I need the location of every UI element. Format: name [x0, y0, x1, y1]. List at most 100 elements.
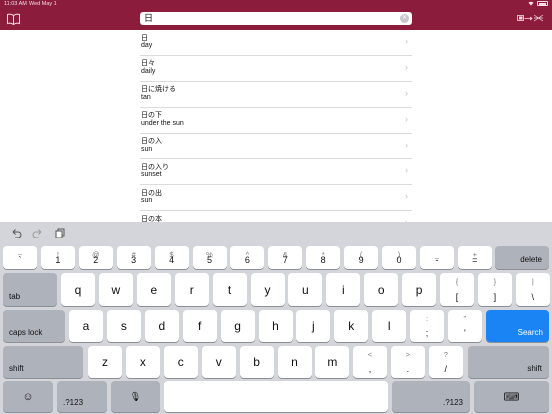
book-icon[interactable]	[7, 13, 20, 25]
result-word: 日の入	[141, 138, 162, 146]
key-c[interactable]: c	[163, 346, 198, 378]
result-translation: sun	[141, 197, 153, 205]
list-item[interactable]: 日の出 sun ›	[140, 185, 412, 212]
key-letter: r	[189, 282, 194, 297]
key-i[interactable]: i	[326, 273, 361, 306]
key-;[interactable]: :;	[410, 310, 444, 342]
key-z[interactable]: z	[88, 346, 122, 378]
key-letter: x	[139, 355, 146, 369]
shift-key-left[interactable]: shift	[3, 346, 83, 378]
keyboard-shortcut-bar	[0, 222, 552, 244]
key-l[interactable]: l	[372, 310, 407, 342]
key-label: caps lock	[9, 328, 43, 337]
key-1[interactable]: ! 1	[40, 246, 75, 269]
key-v[interactable]: v	[201, 346, 236, 378]
key-g[interactable]: g	[220, 310, 255, 342]
key-shift-symbol: |	[531, 277, 534, 286]
search-field[interactable]: 日 ✕	[140, 12, 412, 25]
key-n[interactable]: n	[277, 346, 312, 378]
key-f[interactable]: f	[182, 310, 217, 342]
key-symbol: ,	[368, 364, 372, 374]
key-,[interactable]: <,	[353, 346, 387, 378]
key-symbol: 0	[396, 255, 402, 265]
key-0[interactable]: ) 0	[382, 246, 416, 269]
key-8[interactable]: * 8	[306, 246, 341, 269]
key-=[interactable]: + =	[457, 246, 492, 269]
key-/[interactable]: ? /	[428, 346, 463, 378]
emoji-key[interactable]: ☺	[3, 381, 53, 412]
delete-key[interactable]: delete	[495, 246, 549, 269]
list-item[interactable]: 日の下 under the sun ›	[140, 108, 412, 134]
key-'[interactable]: " '	[447, 310, 482, 342]
dictation-key[interactable]: 🎙	[111, 381, 160, 412]
key-letter: l	[387, 319, 391, 333]
key-e[interactable]: e	[136, 273, 171, 306]
shift-key-right[interactable]: shift	[468, 346, 549, 378]
key-j[interactable]: j	[296, 310, 331, 342]
list-item[interactable]: 日 day ›	[140, 30, 412, 56]
tab-key[interactable]: tab	[3, 273, 57, 306]
key-letter: e	[150, 282, 158, 297]
key-symbol: -	[435, 255, 439, 265]
status-date: Wed May 1	[29, 1, 57, 7]
key-r[interactable]: r	[174, 273, 209, 306]
numbers-key-right[interactable]: .?123	[392, 381, 470, 412]
list-item[interactable]: 日の入り sunset ›	[140, 159, 412, 186]
search-input[interactable]: 日	[144, 13, 153, 24]
key-9[interactable]: (9	[344, 246, 379, 269]
search-key[interactable]: Search	[486, 310, 549, 342]
key-h[interactable]: h	[258, 310, 293, 342]
key-k[interactable]: k	[334, 310, 369, 342]
key--[interactable]: _ -	[419, 246, 454, 269]
key-2[interactable]: @2	[78, 246, 113, 269]
key-s[interactable]: s	[106, 310, 141, 342]
key-\[interactable]: | \	[515, 273, 550, 306]
key-7[interactable]: & 7	[268, 246, 303, 269]
key-d[interactable]: d	[144, 310, 179, 342]
key-symbol: '	[464, 328, 466, 338]
key-`[interactable]: ~ `	[3, 246, 37, 269]
key-b[interactable]: b	[239, 346, 274, 378]
key-o[interactable]: o	[364, 273, 399, 306]
key-][interactable]: }]	[477, 273, 512, 306]
key-letter: c	[177, 355, 184, 369]
key-y[interactable]: y	[250, 273, 285, 306]
clear-icon[interactable]: ✕	[400, 14, 409, 23]
key-letter: j	[312, 319, 315, 333]
key-w[interactable]: w	[98, 273, 133, 306]
result-translation: sunset	[141, 171, 162, 179]
key-u[interactable]: u	[288, 273, 323, 306]
key-letter: g	[234, 319, 241, 333]
key-t[interactable]: t	[212, 273, 247, 306]
list-item[interactable]: 日に焼ける tan ›	[140, 82, 412, 108]
list-item[interactable]: 日々 daily ›	[140, 56, 412, 82]
key-symbol: 8	[320, 255, 326, 265]
undo-icon[interactable]	[10, 228, 22, 238]
keyboard-dismiss-key[interactable]: ⌨	[474, 381, 549, 412]
key-label: shift	[9, 364, 24, 373]
paste-icon[interactable]	[54, 228, 66, 238]
caps-lock-key[interactable]: caps lock	[3, 310, 65, 342]
numbers-key-left[interactable]: .?123	[57, 381, 107, 412]
key-3[interactable]: #3	[116, 246, 151, 269]
key-p[interactable]: p	[402, 273, 437, 306]
key-4[interactable]: $4	[154, 246, 189, 269]
key-letter: z	[102, 355, 108, 369]
key-.[interactable]: >.	[390, 346, 425, 378]
key-letter: y	[264, 282, 271, 297]
list-item[interactable]: 日の入 sun ›	[140, 134, 412, 160]
key-[[interactable]: {[	[440, 273, 474, 306]
key-6[interactable]: ^ 6	[230, 246, 265, 269]
space-key[interactable]	[164, 381, 388, 412]
language-direction-icon[interactable]	[517, 14, 545, 22]
key-letter: b	[253, 355, 260, 369]
redo-icon[interactable]	[32, 228, 44, 238]
key-x[interactable]: x	[125, 346, 160, 378]
onscreen-keyboard: ~ `! 1 @2 #3 $4% 5 ^ 6 & 7 * 8(9) 0 _ - + = delete tab q w e r t…	[0, 222, 552, 414]
key-letter: n	[291, 355, 298, 369]
key-q[interactable]: q	[61, 273, 95, 306]
key-m[interactable]: m	[315, 346, 350, 378]
key-a[interactable]: a	[69, 310, 103, 342]
key-5[interactable]: % 5	[192, 246, 227, 269]
list-item[interactable]: 日の本 ›	[140, 211, 412, 222]
